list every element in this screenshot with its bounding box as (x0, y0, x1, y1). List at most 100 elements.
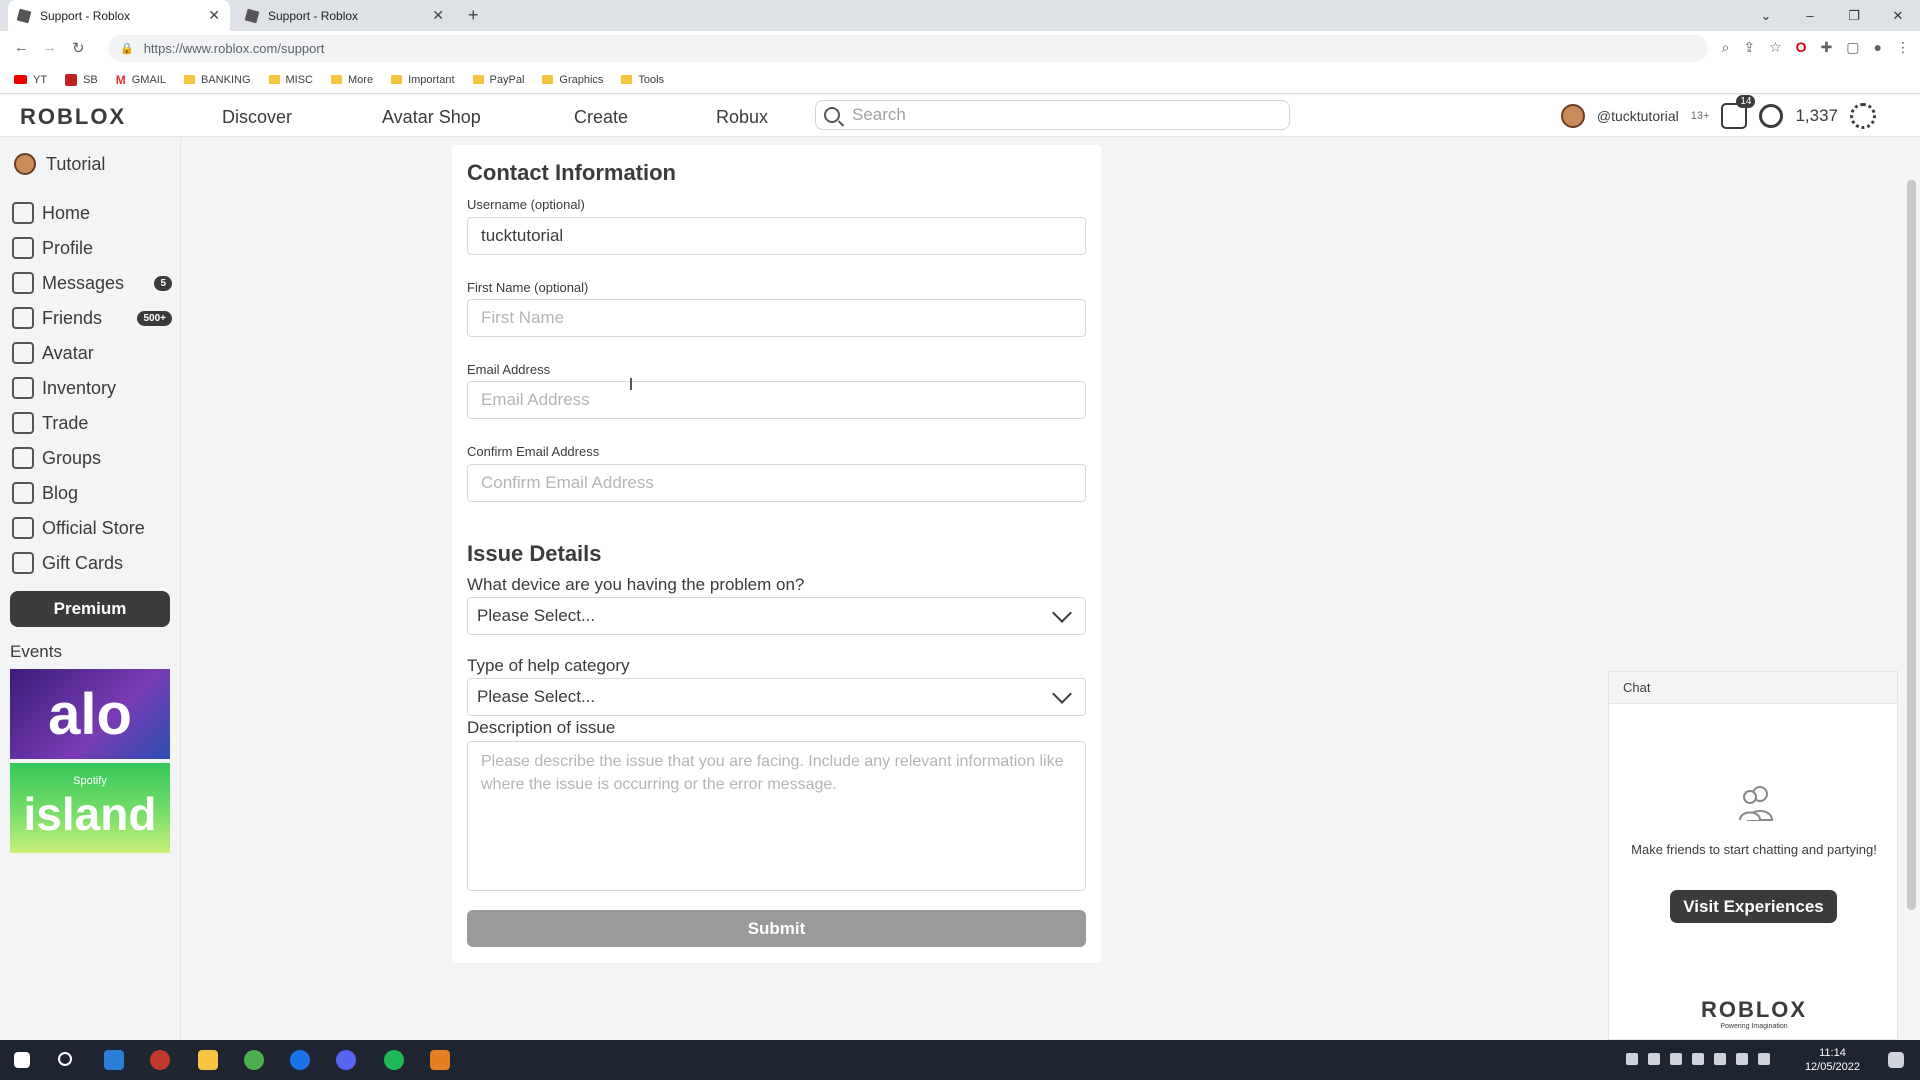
nav-robux[interactable]: Robux (716, 107, 768, 128)
sidebar-item-home[interactable]: Home (12, 202, 172, 224)
tab-search-icon[interactable]: ⌄ (1744, 8, 1788, 24)
sidebar-item-messages[interactable]: Messages 5 (12, 272, 172, 294)
robux-icon[interactable] (1759, 104, 1784, 128)
nav-discover[interactable]: Discover (222, 107, 292, 128)
cloud-icon[interactable] (1692, 1053, 1704, 1065)
url-field[interactable]: 🔒 https://www.roblox.com/support (108, 35, 1708, 62)
roblox-logo: ROBLOX (1700, 997, 1808, 1022)
roblox-logo[interactable]: ROBLOX (20, 104, 126, 130)
bookmark-sb[interactable]: SB (65, 73, 98, 86)
bookmark-important[interactable]: Important (391, 74, 455, 86)
username-field[interactable]: tucktutorial (467, 217, 1086, 255)
avatar[interactable] (1560, 104, 1585, 128)
app-icon[interactable] (430, 1050, 450, 1070)
discord-icon[interactable] (336, 1050, 356, 1070)
sidebar-item-official-store[interactable]: Official Store (12, 517, 172, 539)
side-panel-icon[interactable]: ▢ (1846, 39, 1859, 56)
profile-avatar-icon[interactable]: ● (1874, 39, 1882, 56)
sidebar-item-blog[interactable]: Blog (12, 482, 172, 504)
search-icon[interactable] (58, 1052, 72, 1066)
mail-icon[interactable] (104, 1050, 124, 1070)
bookmark-banking[interactable]: BANKING (183, 74, 251, 86)
volume-icon[interactable] (1758, 1053, 1770, 1065)
gmail-icon: M (115, 72, 126, 87)
nav-create[interactable]: Create (574, 107, 628, 128)
bookmark-graphics[interactable]: Graphics (542, 74, 603, 86)
obs-icon[interactable] (150, 1050, 170, 1070)
sidebar-item-avatar[interactable]: Avatar (12, 342, 172, 364)
notification-center-icon[interactable] (1888, 1052, 1904, 1068)
bookmark-yt[interactable]: YT (14, 74, 47, 86)
zoom-icon[interactable]: ⌕ (1722, 39, 1730, 56)
groups-icon (12, 447, 34, 469)
bookmark-gmail[interactable]: M GMAIL (116, 73, 166, 87)
password-manager-icon[interactable] (290, 1050, 310, 1070)
network-icon[interactable] (1736, 1053, 1748, 1065)
tray-icon[interactable] (1648, 1053, 1660, 1065)
device-select-value: Please Select... (477, 606, 596, 625)
avatar-icon (12, 342, 34, 364)
sidebar-item-groups[interactable]: Groups (12, 447, 172, 469)
reload-icon[interactable]: ↻ (72, 39, 85, 57)
chrome-icon[interactable] (244, 1050, 264, 1070)
tray-chevron-icon[interactable] (1626, 1053, 1638, 1065)
age-label: 13+ (1690, 110, 1710, 122)
bookmark-paypal[interactable]: PayPal (472, 74, 524, 86)
email-field[interactable]: Email Address (467, 381, 1086, 419)
cart-icon (12, 517, 34, 539)
microphone-icon[interactable] (1714, 1053, 1726, 1065)
opera-extension-icon[interactable]: O (1796, 39, 1807, 56)
notifications-icon[interactable]: 14 (1721, 95, 1756, 129)
search-placeholder: Search (852, 105, 906, 124)
bookmark-star-icon[interactable]: ☆ (1769, 39, 1782, 56)
back-icon[interactable]: ← (14, 39, 29, 56)
submit-button[interactable]: Submit (467, 910, 1086, 947)
close-tab-icon[interactable]: ✕ (432, 7, 444, 24)
youtube-icon (14, 75, 27, 84)
sidebar-item-gift-cards[interactable]: Gift Cards (12, 552, 172, 574)
maximize-icon[interactable]: ❐ (1832, 8, 1876, 24)
robux-balance[interactable]: 1,337 (1795, 106, 1838, 126)
gear-icon[interactable] (1850, 103, 1876, 129)
tray-icon[interactable] (1670, 1053, 1682, 1065)
file-explorer-icon[interactable] (198, 1050, 218, 1070)
clock[interactable]: 11:14 12/05/2022 (1805, 1046, 1860, 1074)
new-tab-icon[interactable]: + (468, 5, 479, 26)
sidebar-item-inventory[interactable]: Inventory (12, 377, 172, 399)
bookmark-more[interactable]: More (331, 74, 373, 86)
sidebar-user[interactable]: Tutorial (14, 153, 105, 175)
extensions-icon[interactable]: ✚ (1821, 39, 1833, 56)
sb-icon (65, 73, 78, 86)
device-select[interactable]: Please Select... (467, 597, 1086, 635)
chat-header[interactable]: Chat (1609, 672, 1897, 704)
browser-tab-active[interactable]: Support - Roblox ✕ (8, 0, 230, 31)
description-textarea[interactable]: Please describe the issue that you are f… (467, 741, 1086, 891)
browser-toolbar-icons: ⌕ ⇪ ☆ O ✚ ▢ ● ⋮ (1722, 39, 1910, 56)
visit-experiences-button[interactable]: Visit Experiences (1670, 890, 1837, 923)
issue-details-heading: Issue Details (467, 541, 602, 566)
confirm-email-field[interactable]: Confirm Email Address (467, 464, 1086, 502)
event-banner-spotify-island[interactable]: Spotify island (10, 763, 170, 853)
premium-button[interactable]: Premium (10, 591, 170, 627)
header-username[interactable]: @tucktutorial (1597, 108, 1679, 124)
bookmark-tools[interactable]: Tools (621, 74, 664, 86)
close-tab-icon[interactable]: ✕ (208, 7, 220, 24)
category-select[interactable]: Please Select... (467, 678, 1086, 716)
first-name-field[interactable]: First Name (467, 299, 1086, 337)
windows-start-icon[interactable] (14, 1052, 30, 1068)
page-scrollbar[interactable] (1907, 180, 1916, 910)
share-icon[interactable]: ⇪ (1743, 39, 1755, 56)
sidebar-item-trade[interactable]: Trade (12, 412, 172, 434)
sidebar-item-profile[interactable]: Profile (12, 237, 172, 259)
close-window-icon[interactable]: ✕ (1876, 8, 1920, 24)
forward-icon[interactable]: → (42, 39, 57, 56)
browser-tab[interactable]: Support - Roblox ✕ (236, 0, 454, 31)
bookmark-misc[interactable]: MISC (268, 74, 313, 86)
event-banner-alo[interactable]: alo (10, 669, 170, 759)
search-input[interactable]: Search (815, 100, 1290, 130)
sidebar-item-friends[interactable]: Friends 500+ (12, 307, 172, 329)
menu-icon[interactable]: ⋮ (1896, 39, 1910, 56)
minimize-icon[interactable]: – (1788, 8, 1832, 23)
spotify-icon[interactable] (384, 1050, 404, 1070)
nav-avatar-shop[interactable]: Avatar Shop (382, 107, 481, 128)
